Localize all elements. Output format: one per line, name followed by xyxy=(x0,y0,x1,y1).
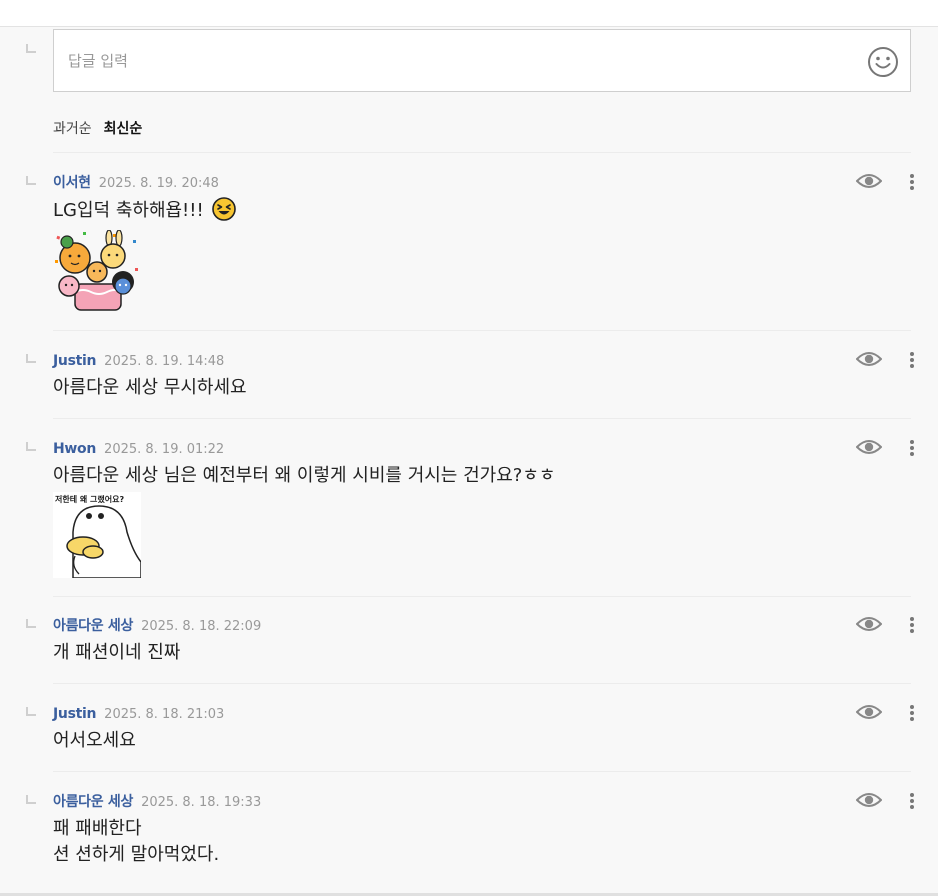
comment-author[interactable]: 아름다운 세상 xyxy=(53,618,133,634)
reply-input-box[interactable] xyxy=(53,29,911,92)
comment-text: LG입덕 축하해욥!!! xyxy=(53,197,237,224)
comment-text-line: 패 패배한다 xyxy=(53,818,142,839)
eye-icon[interactable] xyxy=(856,172,882,190)
comment-date: 2025. 8. 18. 21:03 xyxy=(104,707,225,722)
comment-meta: Hwon 2025. 8. 19. 01:22 xyxy=(53,438,224,457)
comment-text: 아름다운 세상 님은 예전부터 왜 이렇게 시비를 거시는 건가요?ㅎㅎ xyxy=(53,465,556,486)
comment-text-content: LG입덕 축하해욥!!! xyxy=(53,200,204,221)
reply-corner-icon xyxy=(26,176,36,185)
eye-icon[interactable] xyxy=(856,615,882,633)
comment-date: 2025. 8. 19. 01:22 xyxy=(104,442,225,457)
comment-meta: Justin 2025. 8. 19. 14:48 xyxy=(53,350,224,369)
reply-input[interactable] xyxy=(68,50,828,72)
comment-date: 2025. 8. 19. 14:48 xyxy=(104,354,225,369)
comment-meta: 아름다운 세상 2025. 8. 18. 19:33 xyxy=(53,791,261,811)
reply-corner-icon xyxy=(26,619,36,628)
comment-meta: 이서현 2025. 8. 19. 20:48 xyxy=(53,172,219,192)
comment-date: 2025. 8. 19. 20:48 xyxy=(98,176,219,191)
comment-text-line: 션 션하게 말아먹었다. xyxy=(53,844,220,865)
comment-meta: Justin 2025. 8. 18. 21:03 xyxy=(53,703,224,722)
laughing-face-icon xyxy=(212,197,237,221)
eye-icon[interactable] xyxy=(856,350,882,368)
eye-icon[interactable] xyxy=(856,703,882,721)
divider xyxy=(53,771,911,772)
reply-corner-icon xyxy=(26,442,36,451)
comment-date: 2025. 8. 18. 22:09 xyxy=(141,619,262,634)
sort-options: 과거순 최신순 xyxy=(53,118,154,138)
comment-author[interactable]: 아름다운 세상 xyxy=(53,794,133,810)
comment-author[interactable]: 이서현 xyxy=(53,175,91,191)
comment-text: 개 패션이네 진짜 xyxy=(53,642,181,663)
more-vertical-icon[interactable] xyxy=(906,172,918,192)
sort-newest-button[interactable]: 최신순 xyxy=(104,121,143,137)
divider xyxy=(53,152,911,153)
comment-text: 아름다운 세상 무시하세요 xyxy=(53,377,247,398)
duck-icon xyxy=(66,505,141,578)
more-vertical-icon[interactable] xyxy=(906,791,918,811)
more-vertical-icon[interactable] xyxy=(906,703,918,723)
reply-corner-icon xyxy=(26,795,36,804)
eye-icon[interactable] xyxy=(856,791,882,809)
reply-corner-icon xyxy=(26,354,36,363)
divider xyxy=(53,418,911,419)
top-bar xyxy=(0,0,938,27)
comment-text: 패 패배한다 션 션하게 말아먹었다. xyxy=(53,816,219,868)
comment-meta: 아름다운 세상 2025. 8. 18. 22:09 xyxy=(53,615,261,635)
divider xyxy=(53,683,911,684)
comment-author[interactable]: Justin xyxy=(53,353,96,369)
sort-oldest-button[interactable]: 과거순 xyxy=(53,121,92,137)
reply-corner-icon xyxy=(26,707,36,716)
reply-corner-icon xyxy=(26,44,36,53)
comment-author[interactable]: Justin xyxy=(53,706,96,722)
more-vertical-icon[interactable] xyxy=(906,350,918,370)
more-vertical-icon[interactable] xyxy=(906,438,918,458)
divider xyxy=(53,596,911,597)
more-vertical-icon[interactable] xyxy=(906,615,918,635)
smiley-face-icon[interactable] xyxy=(867,46,899,78)
comment-date: 2025. 8. 18. 19:33 xyxy=(141,795,262,810)
divider xyxy=(53,330,911,331)
duck-sticker: 저한테 왜 그랬어요? xyxy=(53,492,141,578)
eye-icon[interactable] xyxy=(856,438,882,456)
comment-text: 어서오세요 xyxy=(53,730,136,751)
party-characters-sticker xyxy=(55,230,138,311)
comment-author[interactable]: Hwon xyxy=(53,441,96,457)
